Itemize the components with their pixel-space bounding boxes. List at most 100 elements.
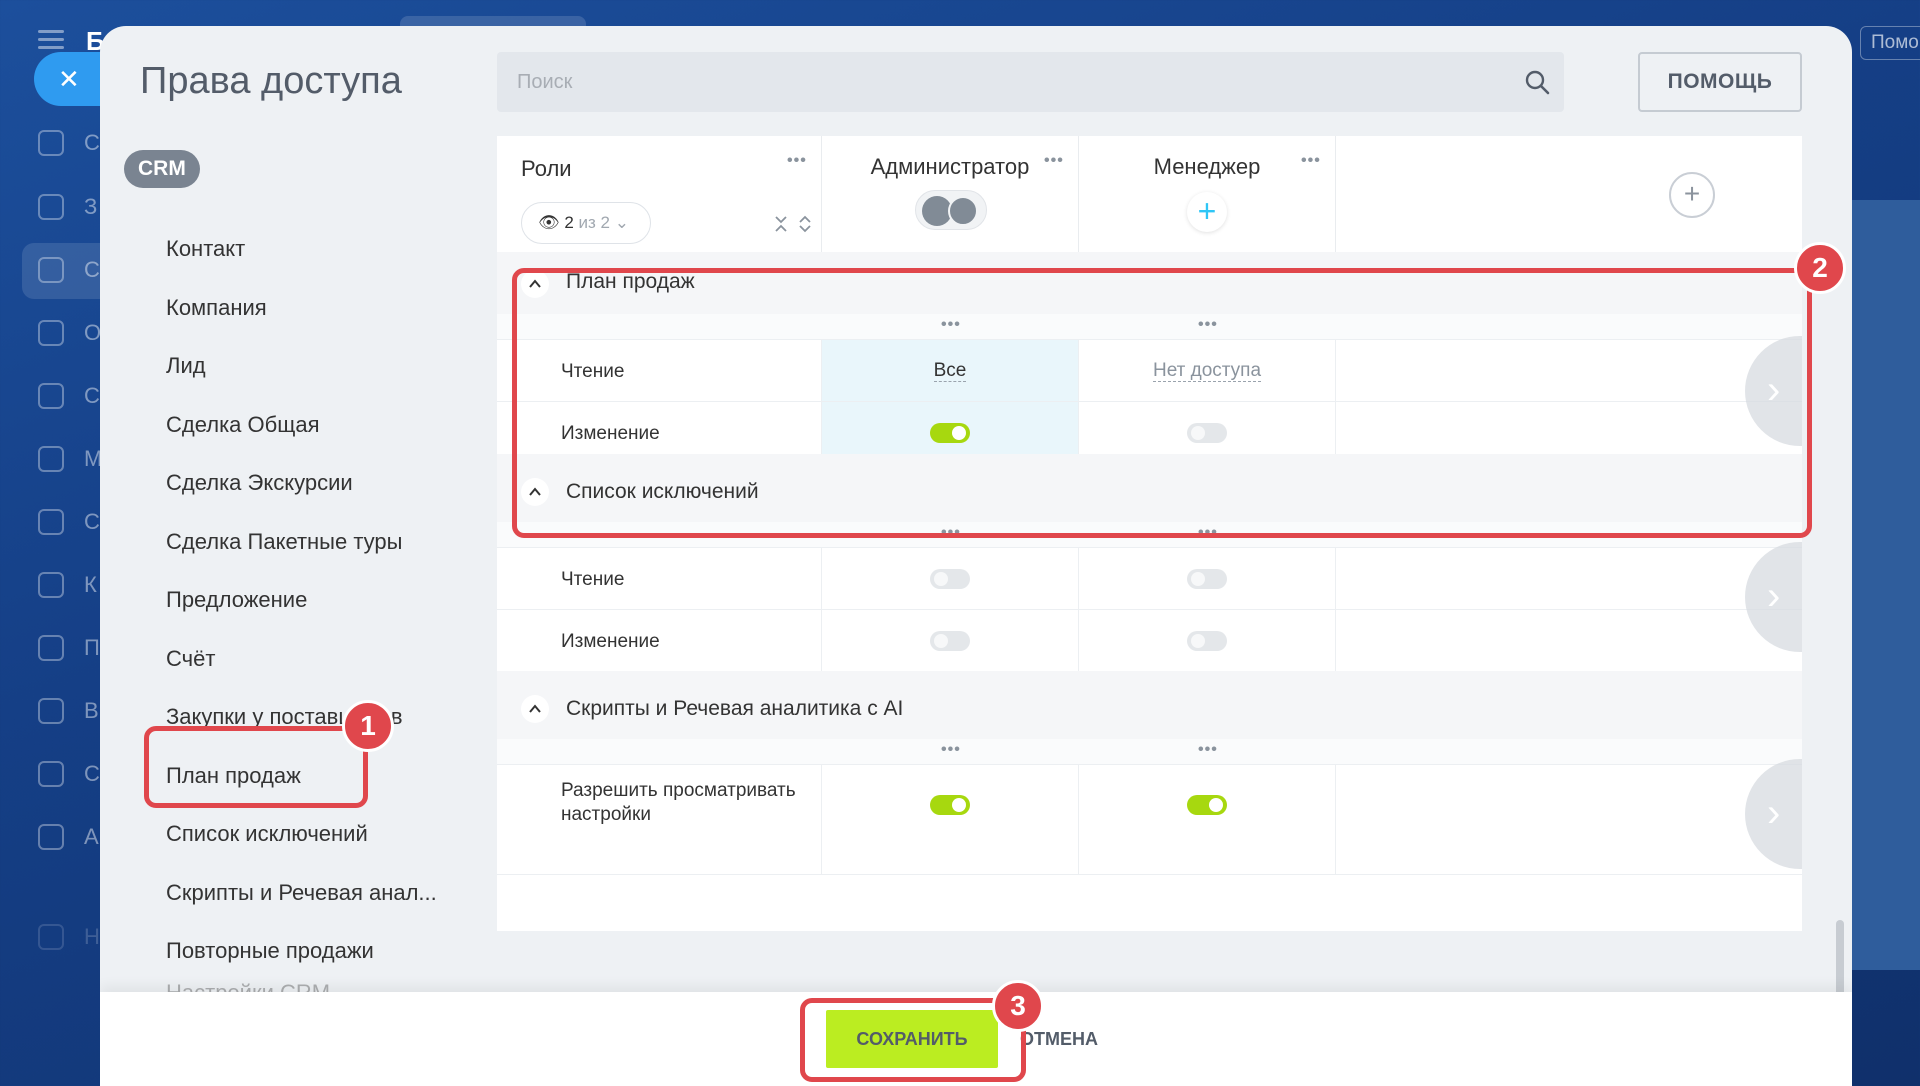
role-column-manager: Менеджер ••• + bbox=[1079, 136, 1336, 252]
nav-item-deal-general[interactable]: Сделка Общая bbox=[166, 396, 486, 455]
callout-box-1 bbox=[144, 726, 368, 808]
search-icon[interactable] bbox=[1524, 69, 1550, 95]
expand-all-icon[interactable] bbox=[797, 214, 813, 234]
nav-item-scripts-speech-analytics[interactable]: Скрипты и Речевая анал... bbox=[166, 864, 486, 923]
permission-cell bbox=[822, 548, 1079, 609]
callout-box-2 bbox=[512, 268, 1812, 538]
section-header[interactable]: Скрипты и Речевая аналитика с AI bbox=[497, 671, 1802, 739]
permission-label: Разрешить просматривать настройки bbox=[561, 780, 796, 825]
background-nav-icon[interactable] bbox=[38, 194, 64, 220]
nav-item-deal-excursions[interactable]: Сделка Экскурсии bbox=[166, 454, 486, 513]
access-rights-panel: Права доступа ПОМОЩЬ CRM Контакт Компани… bbox=[100, 26, 1852, 1086]
entity-list: Контакт Компания Лид Сделка Общая Сделка… bbox=[166, 220, 486, 1005]
background-nav-icon[interactable] bbox=[38, 320, 64, 346]
permission-cell bbox=[822, 765, 1079, 874]
permission-label-cell: Разрешить просматривать настройки bbox=[497, 765, 822, 874]
chevron-up-icon[interactable] bbox=[521, 695, 549, 723]
add-member-button[interactable]: + bbox=[1187, 192, 1227, 232]
chevron-right-icon: › bbox=[1767, 791, 1781, 835]
background-nav-icon[interactable] bbox=[38, 761, 64, 787]
table-header: Роли ••• 👁 2 из 2 ⌄ Администратор ••• Ме… bbox=[497, 136, 1802, 252]
help-button[interactable]: ПОМОЩЬ bbox=[1638, 52, 1802, 112]
background-nav-letter: С bbox=[84, 383, 100, 408]
nav-item-company[interactable]: Компания bbox=[166, 279, 486, 338]
total-roles-count: из 2 bbox=[578, 213, 610, 232]
permission-toggle[interactable] bbox=[1187, 569, 1227, 589]
page-title: Права доступа bbox=[140, 60, 402, 102]
permission-row: Изменение bbox=[497, 610, 1802, 672]
more-icon[interactable]: ••• bbox=[787, 152, 807, 170]
more-icon[interactable]: ••• bbox=[1198, 741, 1218, 759]
permission-toggle[interactable] bbox=[1187, 795, 1227, 815]
chevron-down-icon: ⌄ bbox=[614, 213, 629, 232]
role-name: Администратор bbox=[870, 154, 1030, 179]
group-icon bbox=[948, 196, 978, 226]
background-nav-icon[interactable] bbox=[38, 130, 64, 156]
column-actions-row: ••• ••• bbox=[497, 739, 1802, 765]
background-nav-icon[interactable] bbox=[38, 509, 64, 535]
crm-badge: CRM bbox=[124, 150, 200, 188]
background-nav-letter: К bbox=[84, 572, 97, 597]
section-scripts-speech-analytics: Скрипты и Речевая аналитика с AI ••• •••… bbox=[497, 671, 1802, 931]
callout-number-2: 2 bbox=[1794, 242, 1846, 294]
close-icon: ✕ bbox=[58, 64, 80, 94]
background-nav-icon[interactable] bbox=[38, 572, 64, 598]
plus-icon: + bbox=[1683, 178, 1701, 209]
background-nav-icon[interactable] bbox=[38, 257, 64, 283]
permission-row: Разрешить просматривать настройки bbox=[497, 765, 1802, 875]
permission-label: Чтение bbox=[561, 569, 625, 590]
permission-toggle[interactable] bbox=[1187, 631, 1227, 651]
background-nav-icon[interactable] bbox=[38, 698, 64, 724]
collapse-all-icon[interactable] bbox=[773, 214, 789, 234]
permission-cell bbox=[1079, 548, 1336, 609]
background-panel bbox=[1850, 200, 1920, 970]
background-nav-letter: С bbox=[84, 761, 100, 786]
background-nav-letter: З bbox=[84, 194, 98, 219]
nav-item-quote[interactable]: Предложение bbox=[166, 571, 486, 630]
background-nav-letter: О bbox=[84, 320, 102, 345]
nav-item-exclusion-list[interactable]: Список исключений bbox=[166, 805, 486, 864]
more-icon[interactable]: ••• bbox=[941, 741, 961, 759]
role-members[interactable] bbox=[915, 190, 987, 230]
roles-column-header: Роли ••• 👁 2 из 2 ⌄ bbox=[497, 136, 822, 252]
background-nav-letter: Н bbox=[84, 924, 100, 949]
role-column-admin: Администратор ••• bbox=[822, 136, 1079, 252]
background-nav-letter: П bbox=[84, 635, 100, 660]
background-nav-icon[interactable] bbox=[38, 635, 64, 661]
roles-label: Роли bbox=[521, 156, 572, 181]
permission-cell bbox=[1079, 610, 1336, 671]
background-nav-icon[interactable] bbox=[38, 383, 64, 409]
permission-toggle[interactable] bbox=[930, 631, 970, 651]
callout-number-3: 3 bbox=[992, 980, 1044, 1032]
background-sidebar: Б С З С О С М С К П В С А Н bbox=[0, 0, 112, 1086]
chevron-right-icon: › bbox=[1767, 574, 1781, 618]
background-nav-letter: С bbox=[84, 509, 100, 534]
permission-label-cell: Изменение bbox=[497, 610, 822, 671]
nav-item-repeat-sales[interactable]: Повторные продажи bbox=[166, 922, 486, 981]
permission-toggle[interactable] bbox=[930, 569, 970, 589]
background-help-button[interactable]: Помощь bbox=[1860, 26, 1920, 60]
nav-item-contact[interactable]: Контакт bbox=[166, 220, 486, 279]
more-icon[interactable]: ••• bbox=[1044, 152, 1064, 170]
background-nav-icon[interactable] bbox=[38, 924, 64, 950]
callout-number-1: 1 bbox=[342, 700, 394, 752]
nav-item-lead[interactable]: Лид bbox=[166, 337, 486, 396]
background-nav-icon[interactable] bbox=[38, 446, 64, 472]
menu-icon[interactable] bbox=[38, 30, 64, 49]
roles-visibility-filter[interactable]: 👁 2 из 2 ⌄ bbox=[521, 202, 651, 244]
search-input[interactable] bbox=[497, 52, 1497, 112]
permission-row: Чтение bbox=[497, 548, 1802, 610]
nav-item-invoice[interactable]: Счёт bbox=[166, 630, 486, 689]
background-nav-icon[interactable] bbox=[38, 824, 64, 850]
role-name: Менеджер bbox=[1153, 154, 1261, 179]
permission-cell bbox=[822, 610, 1079, 671]
permission-toggle[interactable] bbox=[930, 795, 970, 815]
eye-icon: 👁 bbox=[538, 213, 560, 232]
more-icon[interactable]: ••• bbox=[1301, 152, 1321, 170]
visible-roles-count: 2 bbox=[564, 213, 574, 232]
background-nav-letter: С bbox=[84, 130, 100, 155]
nav-item-deal-package-tours[interactable]: Сделка Пакетные туры bbox=[166, 513, 486, 572]
background-nav-letter: А bbox=[84, 824, 99, 849]
add-role-button[interactable]: + bbox=[1669, 172, 1715, 218]
search-box bbox=[497, 52, 1564, 112]
